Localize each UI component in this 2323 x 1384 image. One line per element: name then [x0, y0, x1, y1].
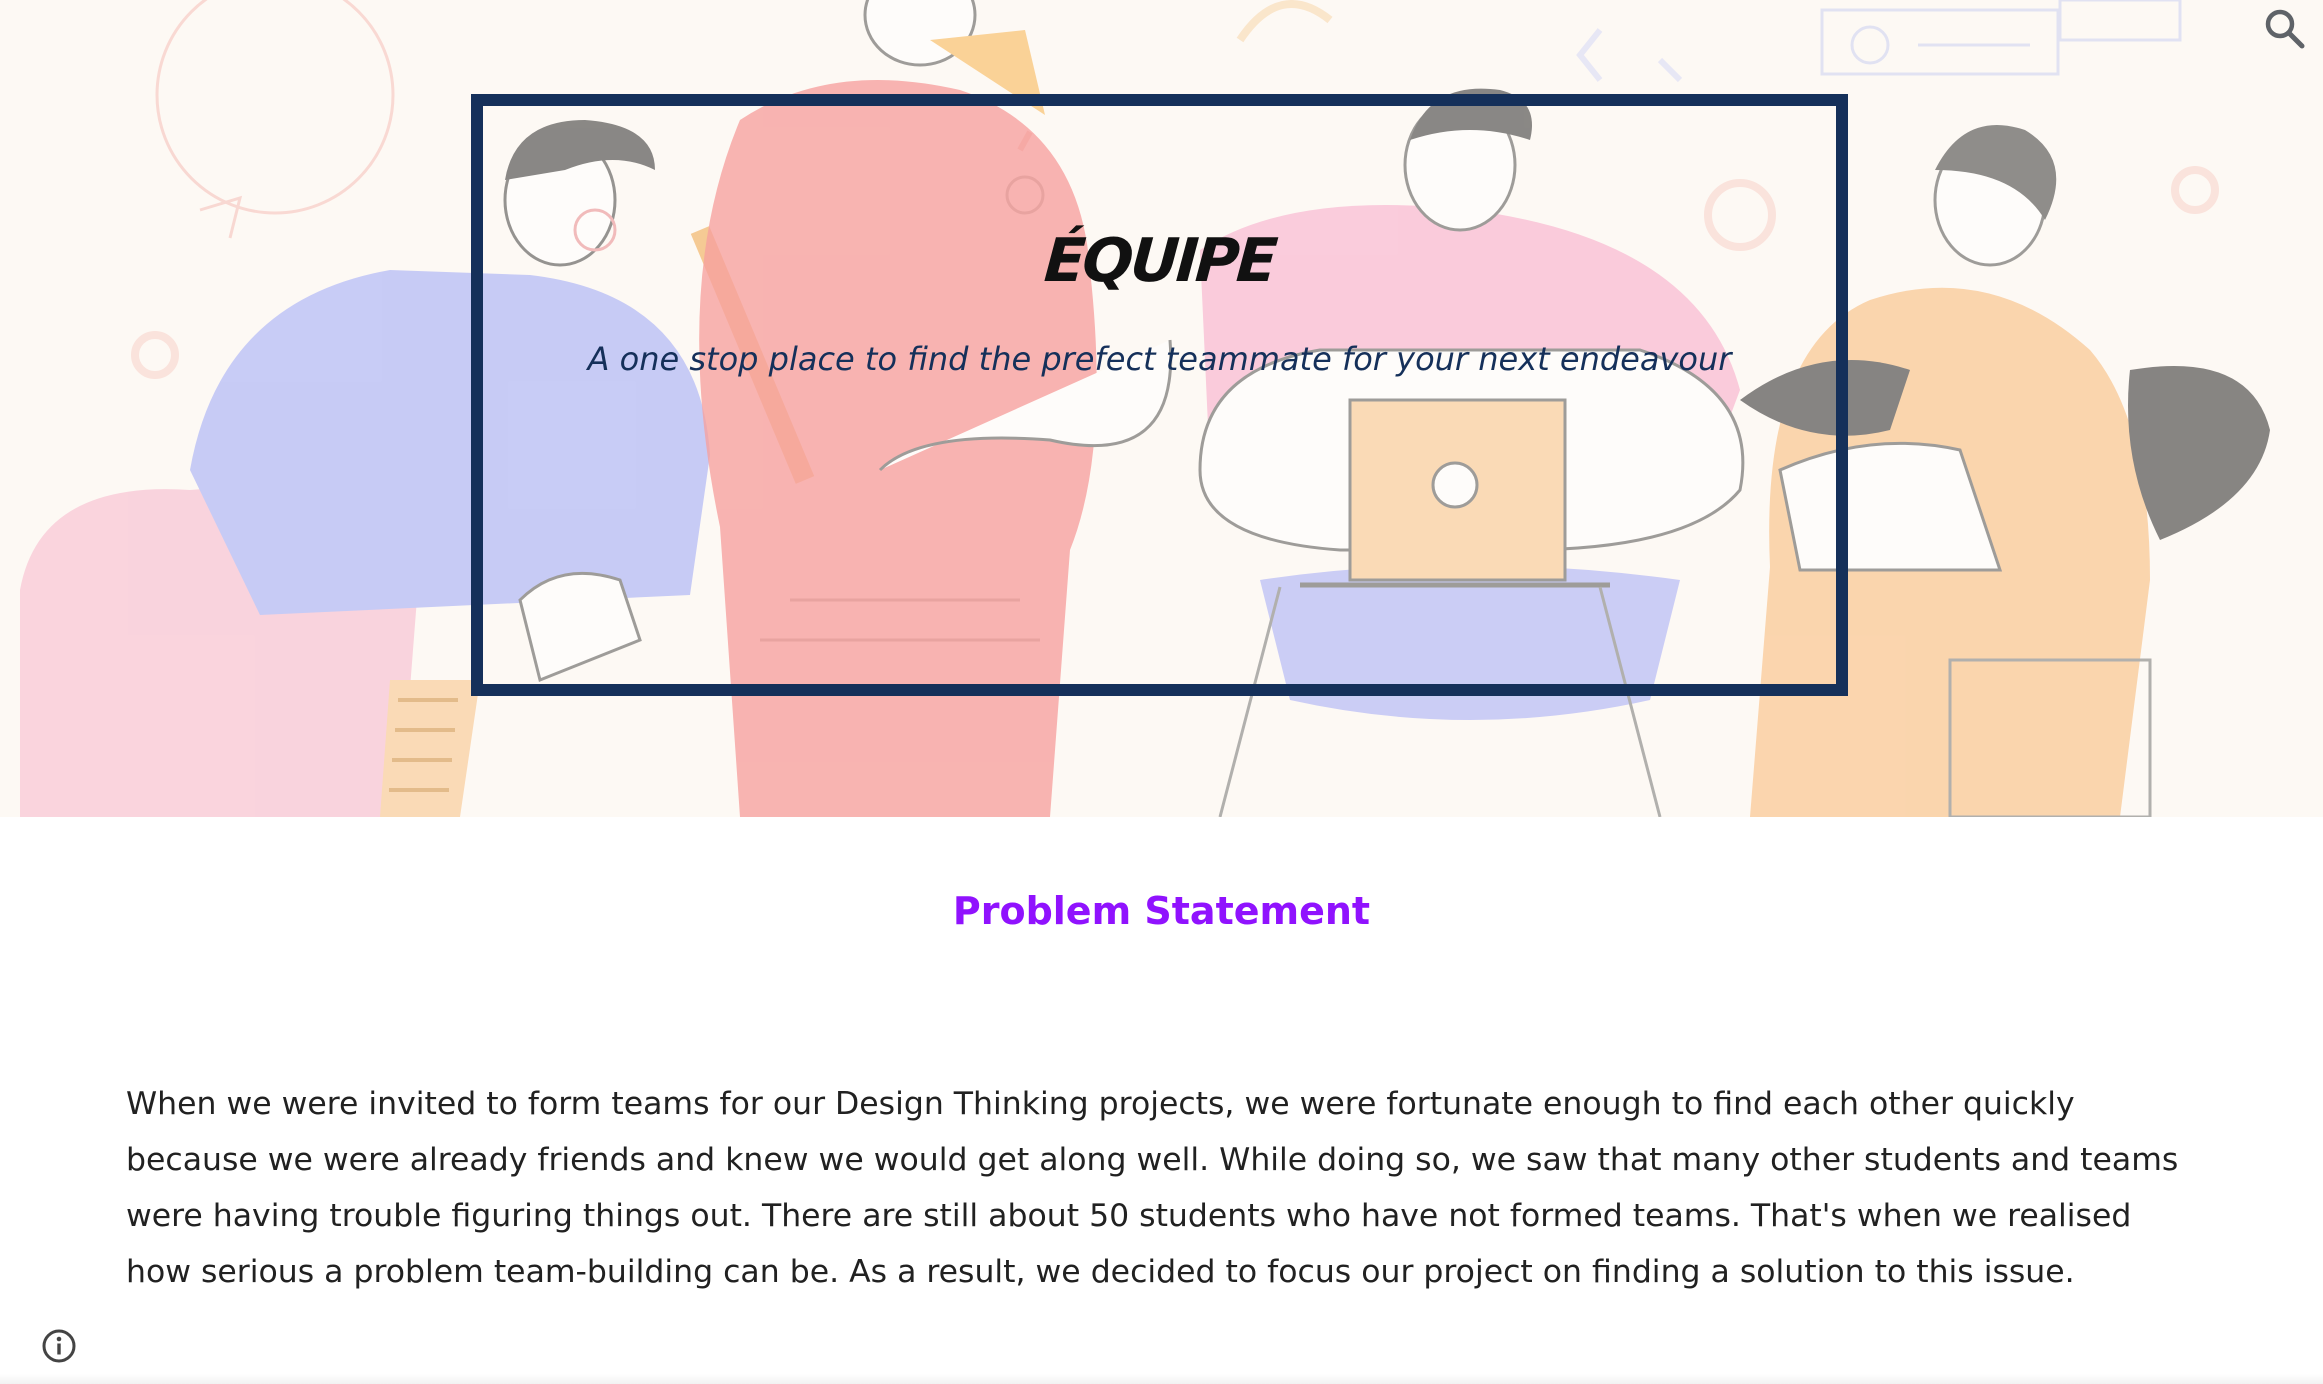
hero-banner: ÉQUIPE A one stop place to find the pref…: [0, 0, 2323, 817]
search-icon: [2265, 9, 2305, 49]
search-button[interactable]: [2250, 0, 2314, 56]
main-content: Problem Statement When we were invited t…: [0, 817, 2323, 1384]
title-frame: ÉQUIPE A one stop place to find the pref…: [471, 94, 1848, 696]
bottom-shadow: [0, 1374, 2323, 1384]
info-icon: [42, 1329, 76, 1363]
problem-statement-paragraph: When we were invited to form teams for o…: [126, 1086, 2179, 1290]
site-title: ÉQUIPE: [1042, 226, 1277, 296]
site-tagline: A one stop place to find the prefect tea…: [587, 340, 1732, 378]
section-heading: Problem Statement: [952, 889, 1371, 933]
site-info-button[interactable]: [40, 1327, 78, 1365]
